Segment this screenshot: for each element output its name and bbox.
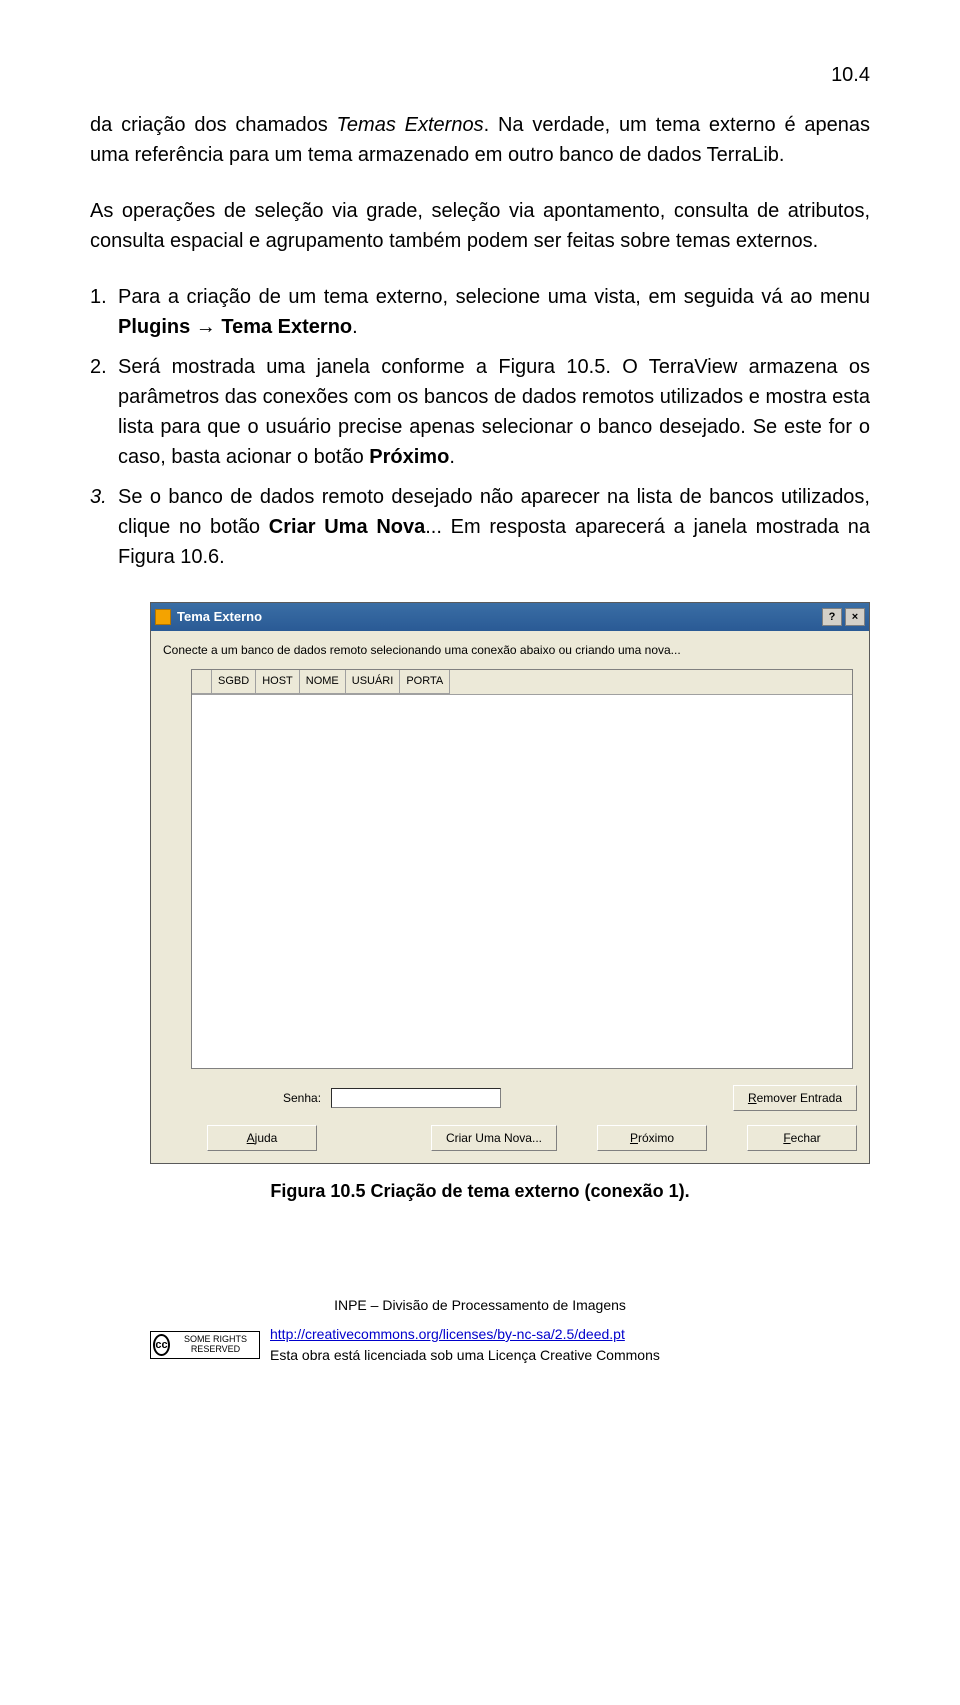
li1-a: Para a criação de um tema externo, selec…	[118, 286, 870, 308]
table-corner	[192, 670, 212, 694]
page-number: 10.4	[90, 60, 870, 90]
cc-row: cc SOME RIGHTS RESERVED http://creativec…	[150, 1324, 870, 1366]
ajuda-button[interactable]: Ajuda	[207, 1125, 317, 1151]
li2-proximo: Próximo	[369, 446, 449, 468]
figure-caption: Figura 10.5 Criação de tema externo (con…	[90, 1178, 870, 1205]
row-senha: Senha: Remover Entrada	[163, 1085, 857, 1111]
footer-org: INPE – Divisão de Processamento de Image…	[90, 1295, 870, 1316]
li2-a: Será mostrada uma janela conforme a Figu…	[118, 356, 870, 468]
col-sgbd[interactable]: SGBD	[212, 670, 256, 694]
dialog-window: Tema Externo ? × Conecte a um banco de d…	[150, 602, 870, 1164]
close-button[interactable]: ×	[845, 608, 865, 626]
list-num-3: 3.	[90, 482, 107, 512]
proximo-button[interactable]: Próximo	[597, 1125, 707, 1151]
senha-input[interactable]	[331, 1088, 501, 1108]
dialog-instruction: Conecte a um banco de dados remoto selec…	[163, 641, 857, 659]
paragraph-2: As operações de seleção via grade, seleç…	[90, 196, 870, 256]
p1-italic: Temas Externos	[337, 114, 484, 136]
app-icon	[155, 609, 171, 625]
col-nome[interactable]: NOME	[300, 670, 346, 694]
cc-icon: cc	[153, 1334, 170, 1356]
list-num-1: 1.	[90, 282, 107, 312]
cc-text: http://creativecommons.org/licenses/by-n…	[270, 1324, 660, 1366]
dialog-titlebar[interactable]: Tema Externo ? ×	[151, 603, 869, 631]
list-item-2: 2. Será mostrada uma janela conforme a F…	[90, 352, 870, 472]
senha-label: Senha:	[283, 1089, 321, 1107]
paragraph-1: da criação dos chamados Temas Externos. …	[90, 110, 870, 170]
connection-table[interactable]: SGBD HOST NOME USUÁRI PORTA	[191, 669, 853, 1069]
remover-entrada-button[interactable]: Remover Entrada	[733, 1085, 857, 1111]
col-porta[interactable]: PORTA	[400, 670, 450, 694]
row-buttons: Ajuda Criar Uma Nova... Próximo Fechar	[163, 1125, 857, 1151]
li3-criar: Criar Uma Nova	[269, 516, 425, 538]
list-item-1: 1. Para a criação de um tema externo, se…	[90, 282, 870, 342]
col-usuario[interactable]: USUÁRI	[346, 670, 401, 694]
cc-badge-text: SOME RIGHTS RESERVED	[174, 1335, 257, 1355]
li1-plugins: Plugins	[118, 316, 190, 338]
list-item-3: 3. Se o banco de dados remoto desejado n…	[90, 482, 870, 572]
dialog-title: Tema Externo	[177, 607, 262, 627]
li1-tema-externo: Tema Externo	[221, 316, 352, 338]
criar-uma-nova-button[interactable]: Criar Uma Nova...	[431, 1125, 557, 1151]
figure-dialog: Tema Externo ? × Conecte a um banco de d…	[150, 602, 870, 1164]
li1-c: .	[352, 316, 358, 338]
list-num-2: 2.	[90, 352, 107, 382]
cc-link[interactable]: http://creativecommons.org/licenses/by-n…	[270, 1324, 660, 1345]
arrow-icon: →	[190, 316, 221, 338]
help-button[interactable]: ?	[822, 608, 842, 626]
cc-desc: Esta obra está licenciada sob uma Licenç…	[270, 1347, 660, 1363]
dialog-body: Conecte a um banco de dados remoto selec…	[151, 631, 869, 1163]
fechar-button[interactable]: Fechar	[747, 1125, 857, 1151]
cc-badge: cc SOME RIGHTS RESERVED	[150, 1331, 260, 1359]
p1-text-a: da criação dos chamados	[90, 114, 337, 136]
table-header-row: SGBD HOST NOME USUÁRI PORTA	[192, 670, 852, 695]
li2-c: .	[449, 446, 455, 468]
page-footer: INPE – Divisão de Processamento de Image…	[90, 1295, 870, 1366]
remover-rest: emover Entrada	[757, 1091, 842, 1105]
col-host[interactable]: HOST	[256, 670, 300, 694]
